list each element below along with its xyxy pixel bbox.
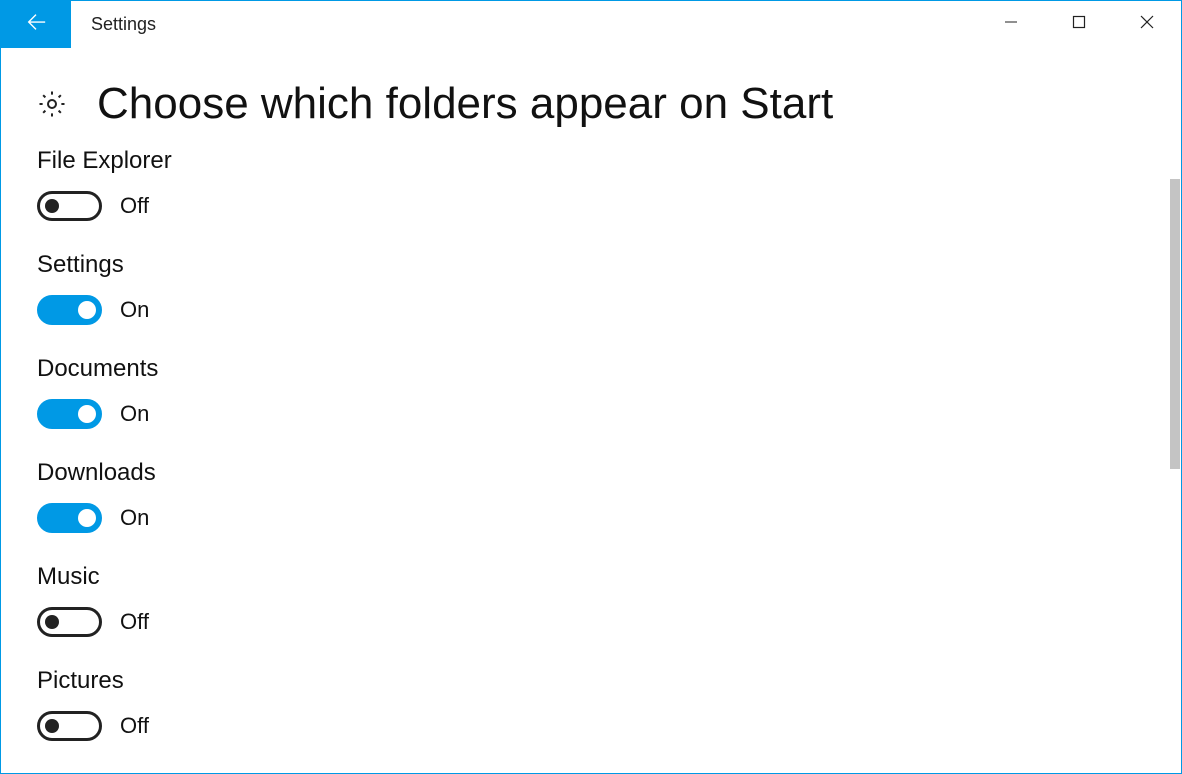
setting-file-explorer: File Explorer Off <box>37 147 1145 221</box>
toggle-state-label: Off <box>120 193 149 219</box>
toggle-state-label: On <box>120 401 149 427</box>
toggle-music[interactable] <box>37 607 102 637</box>
setting-label: Music <box>37 563 1145 591</box>
page-header: Choose which folders appear on Start <box>37 79 1145 129</box>
minimize-icon <box>1004 15 1018 34</box>
content-area: Choose which folders appear on Start Fil… <box>1 49 1181 773</box>
window-controls <box>977 1 1181 48</box>
toggle-state-label: On <box>120 505 149 531</box>
toggle-state-label: Off <box>120 609 149 635</box>
toggle-state-label: Off <box>120 713 149 739</box>
toggle-downloads[interactable] <box>37 503 102 533</box>
titlebar: Settings <box>1 1 1181 48</box>
toggle-pictures[interactable] <box>37 711 102 741</box>
settings-window: Settings <box>0 0 1182 774</box>
toggle-row: On <box>37 399 1145 429</box>
toggle-settings[interactable] <box>37 295 102 325</box>
toggle-row: On <box>37 295 1145 325</box>
setting-label: Downloads <box>37 459 1145 487</box>
setting-label: File Explorer <box>37 147 1145 175</box>
setting-label: Pictures <box>37 667 1145 695</box>
setting-label: Settings <box>37 251 1145 279</box>
arrow-left-icon <box>25 11 47 38</box>
setting-label: Documents <box>37 355 1145 383</box>
setting-settings: Settings On <box>37 251 1145 325</box>
toggle-documents[interactable] <box>37 399 102 429</box>
back-button[interactable] <box>1 1 71 48</box>
close-button[interactable] <box>1113 1 1181 48</box>
toggle-row: On <box>37 503 1145 533</box>
setting-music: Music Off <box>37 563 1145 637</box>
maximize-icon <box>1072 15 1086 34</box>
toggle-row: Off <box>37 711 1145 741</box>
window-title: Settings <box>71 1 977 48</box>
toggle-row: Off <box>37 191 1145 221</box>
setting-pictures: Pictures Off <box>37 667 1145 741</box>
toggle-row: Off <box>37 607 1145 637</box>
page-title: Choose which folders appear on Start <box>97 79 833 129</box>
scrollbar-thumb[interactable] <box>1170 179 1180 469</box>
setting-documents: Documents On <box>37 355 1145 429</box>
toggle-file-explorer[interactable] <box>37 191 102 221</box>
gear-icon <box>37 89 67 119</box>
maximize-button[interactable] <box>1045 1 1113 48</box>
close-icon <box>1140 15 1154 34</box>
setting-downloads: Downloads On <box>37 459 1145 533</box>
toggle-state-label: On <box>120 297 149 323</box>
minimize-button[interactable] <box>977 1 1045 48</box>
